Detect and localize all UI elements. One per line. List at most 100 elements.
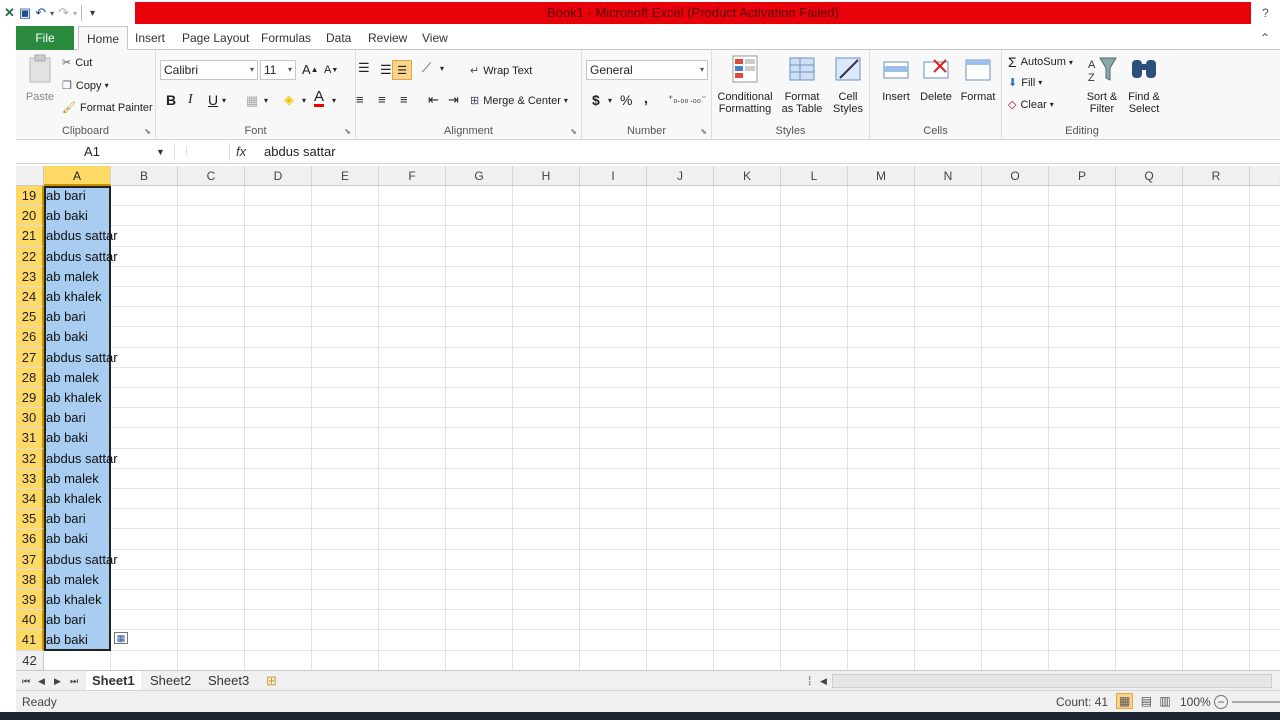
zoom-slider[interactable]: [1232, 701, 1280, 703]
column-header-j[interactable]: J: [647, 166, 714, 186]
column-header-h[interactable]: H: [513, 166, 580, 186]
font-color-dropdown-icon[interactable]: ▾: [332, 96, 336, 105]
sort-filter-button[interactable]: AZ Sort & Filter: [1082, 54, 1122, 115]
cell-a[interactable]: ab bari: [46, 509, 86, 529]
column-header-d[interactable]: D: [245, 166, 312, 186]
page-layout-view-icon[interactable]: ▤: [1141, 694, 1152, 708]
tab-insert[interactable]: Insert: [127, 26, 173, 50]
cell-a[interactable]: ab khalek: [46, 287, 102, 307]
normal-view-icon[interactable]: ▦: [1116, 693, 1134, 709]
cell-a[interactable]: ab bari: [46, 408, 86, 428]
cell-a[interactable]: ab baki: [46, 428, 88, 448]
row-header[interactable]: 20: [16, 206, 44, 227]
find-select-button[interactable]: Find & Select: [1124, 54, 1164, 115]
cell-a[interactable]: ab khalek: [46, 388, 102, 408]
row-header[interactable]: 23: [16, 266, 44, 287]
insert-function-button[interactable]: fx: [236, 142, 246, 162]
borders-dropdown-icon[interactable]: ▾: [264, 96, 268, 105]
cell-a[interactable]: ab bari: [46, 307, 86, 327]
row-header[interactable]: 27: [16, 347, 44, 368]
cell-a[interactable]: abdus sattar: [46, 550, 118, 570]
font-launcher-icon[interactable]: ⬊: [344, 127, 351, 136]
row-header[interactable]: 42: [16, 650, 44, 670]
redo-icon[interactable]: ↷: [58, 5, 69, 21]
font-name-combo[interactable]: Calibri ▾: [160, 60, 258, 80]
tab-split-handle[interactable]: ⁞: [808, 671, 811, 691]
undo-icon[interactable]: ↶: [35, 5, 46, 21]
clear-button[interactable]: ◇ Clear ▾: [1008, 98, 1054, 112]
next-sheet-icon[interactable]: ▶: [54, 671, 61, 691]
sheet-tab-1[interactable]: Sheet1: [86, 671, 141, 691]
first-sheet-icon[interactable]: ⏮: [22, 671, 30, 691]
horizontal-scrollbar[interactable]: [832, 674, 1272, 688]
sheet-tab-2[interactable]: Sheet2: [144, 671, 197, 691]
number-format-combo[interactable]: General ▾: [586, 60, 708, 80]
insert-cells-button[interactable]: Insert: [876, 54, 916, 103]
cell-a[interactable]: ab baki: [46, 630, 88, 650]
cell-a[interactable]: ab malek: [46, 368, 99, 388]
fill-color-dropdown-icon[interactable]: ▾: [302, 96, 306, 105]
row-header[interactable]: 19: [16, 186, 44, 207]
format-as-table-button[interactable]: Format as Table: [776, 54, 828, 115]
format-cells-button[interactable]: Format: [958, 54, 998, 103]
column-header-b[interactable]: B: [111, 166, 178, 186]
cell-a[interactable]: abdus sattar: [46, 449, 118, 469]
column-header-k[interactable]: K: [714, 166, 781, 186]
cell-a[interactable]: abdus sattar: [46, 226, 118, 246]
increase-decimal-icon[interactable]: ⁺₀.₀₀: [668, 94, 689, 105]
cell-a[interactable]: ab bari: [46, 610, 86, 630]
tab-page-layout[interactable]: Page Layout: [174, 26, 257, 50]
insert-sheet-icon[interactable]: ⊞: [260, 671, 283, 691]
wrap-text-button[interactable]: ↵ Wrap Text: [470, 64, 532, 78]
font-size-combo[interactable]: 11 ▾: [260, 60, 296, 80]
cell-a[interactable]: ab bari: [46, 186, 86, 206]
name-box[interactable]: A1: [16, 142, 168, 162]
decrease-indent-icon[interactable]: ⇤: [428, 92, 439, 108]
italic-button[interactable]: I: [188, 92, 193, 108]
row-header[interactable]: 32: [16, 448, 44, 469]
cell-a[interactable]: ab malek: [46, 570, 99, 590]
sheet-tab-3[interactable]: Sheet3: [202, 671, 255, 691]
tab-review[interactable]: Review: [360, 26, 415, 50]
column-header-o[interactable]: O: [982, 166, 1049, 186]
formula-bar-resize-handle[interactable]: ⁞: [174, 143, 230, 161]
grow-font-button[interactable]: A ▲: [302, 62, 319, 77]
row-header[interactable]: 41: [16, 630, 44, 651]
row-header[interactable]: 39: [16, 590, 44, 611]
clipboard-launcher-icon[interactable]: ⬊: [144, 127, 151, 136]
align-bottom-button[interactable]: ☰: [392, 60, 412, 80]
cell-a[interactable]: ab baki: [46, 206, 88, 226]
orientation-dropdown-icon[interactable]: ▾: [440, 64, 444, 73]
customize-qat-icon[interactable]: ▾: [90, 8, 95, 19]
borders-icon[interactable]: ▦: [246, 93, 258, 109]
row-header[interactable]: 36: [16, 529, 44, 550]
row-header[interactable]: 40: [16, 610, 44, 631]
select-all-corner[interactable]: [16, 166, 44, 186]
cell-a[interactable]: ab malek: [46, 469, 99, 489]
format-painter-button[interactable]: 🖌 Format Painter: [62, 101, 153, 115]
align-left-icon[interactable]: ≡: [356, 92, 364, 107]
column-header-c[interactable]: C: [178, 166, 245, 186]
decrease-decimal-icon[interactable]: .₀₀⁻: [690, 94, 706, 105]
row-header[interactable]: 37: [16, 549, 44, 570]
row-header[interactable]: 26: [16, 327, 44, 348]
scroll-left-icon[interactable]: ◀: [820, 671, 827, 691]
row-header[interactable]: 29: [16, 388, 44, 409]
delete-cells-button[interactable]: Delete: [916, 54, 956, 103]
number-launcher-icon[interactable]: ⬊: [700, 127, 707, 136]
column-header-a[interactable]: A: [44, 166, 111, 186]
orientation-icon[interactable]: ⟋: [422, 60, 431, 76]
align-top-icon[interactable]: ☰: [358, 60, 370, 76]
column-header-e[interactable]: E: [312, 166, 379, 186]
cell-a[interactable]: ab khalek: [46, 489, 102, 509]
undo-dropdown-icon[interactable]: ▾: [50, 9, 54, 18]
comma-button[interactable]: ,: [644, 90, 648, 106]
fill-button[interactable]: ⬇ Fill ▾: [1008, 76, 1042, 90]
row-header[interactable]: 35: [16, 509, 44, 530]
column-header-f[interactable]: F: [379, 166, 446, 186]
redo-dropdown-icon[interactable]: ▾: [73, 9, 77, 18]
cut-button[interactable]: ✂ Cut: [62, 56, 92, 70]
tab-data[interactable]: Data: [318, 26, 359, 50]
last-sheet-icon[interactable]: ⏭: [70, 671, 78, 691]
autosum-button[interactable]: Σ AutoSum ▾: [1008, 54, 1073, 70]
